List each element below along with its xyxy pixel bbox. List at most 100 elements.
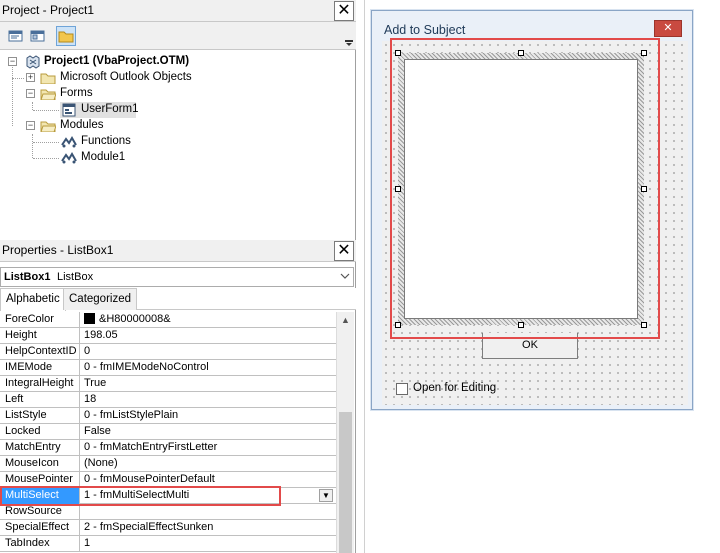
tree-item-functions[interactable]: Functions — [60, 134, 150, 150]
property-row[interactable]: Height 198.05 — [0, 328, 336, 344]
project-explorer-title: Project - Project1 — [2, 3, 95, 17]
property-row[interactable]: ForeColor &H80000008& — [0, 312, 336, 328]
property-value[interactable]: True — [81, 376, 336, 392]
tree-item-label: Project1 (VbaProject.OTM) — [44, 55, 190, 67]
userform-icon — [62, 103, 76, 117]
view-code-button[interactable] — [6, 26, 26, 46]
property-value[interactable]: False — [81, 424, 336, 440]
tree-item-forms[interactable]: − Forms — [26, 86, 146, 102]
userform-title: Add to Subject — [384, 23, 466, 37]
property-row[interactable]: RowSource — [0, 504, 336, 520]
chevron-down-icon[interactable] — [340, 270, 350, 285]
property-value[interactable] — [81, 504, 336, 520]
folder-icon — [58, 31, 74, 43]
properties-close-button[interactable]: ✕ — [334, 241, 354, 261]
property-name: Height — [0, 328, 80, 344]
property-row[interactable]: MatchEntry 0 - fmMatchEntryFirstLetter — [0, 440, 336, 456]
property-name: TabIndex — [0, 536, 80, 552]
project-explorer-close-button[interactable]: ✕ — [334, 1, 354, 21]
module-icon — [61, 152, 77, 164]
color-swatch-icon — [84, 313, 95, 324]
property-name: ForeColor — [0, 312, 80, 328]
tree-item-label: UserForm1 — [81, 103, 139, 115]
tree-item-userform1[interactable]: UserForm1 — [60, 102, 139, 118]
property-name: IntegralHeight — [0, 376, 80, 392]
property-name: SpecialEffect — [0, 520, 80, 536]
property-row[interactable]: Left 18 — [0, 392, 336, 408]
property-name: Left — [0, 392, 80, 408]
property-name: IMEMode — [0, 360, 80, 376]
property-value-text: &H80000008& — [99, 313, 171, 325]
property-name: HelpContextID — [0, 344, 80, 360]
property-value[interactable]: &H80000008& — [81, 312, 336, 328]
property-value[interactable]: 198.05 — [81, 328, 336, 344]
property-row[interactable]: IMEMode 0 - fmIMEModeNoControl — [0, 360, 336, 376]
property-row[interactable]: TabIndex 1 — [0, 536, 336, 552]
vba-project-icon — [26, 55, 40, 69]
property-name: RowSource — [0, 504, 80, 520]
properties-tabs: Alphabetic Categorized — [0, 288, 356, 311]
property-value[interactable]: 0 - fmIMEModeNoControl — [81, 360, 336, 376]
collapse-icon[interactable]: − — [8, 57, 17, 66]
form-designer-area: Add to Subject ✕ OK Open for Editing — [364, 0, 720, 553]
userform-close-button[interactable]: ✕ — [654, 20, 682, 37]
object-type: ListBox — [57, 271, 94, 283]
object-selector-dropdown[interactable]: ListBox1 ListBox — [0, 267, 354, 287]
open-for-editing-label: Open for Editing — [413, 382, 497, 394]
property-value[interactable]: 0 - fmListStylePlain — [81, 408, 336, 424]
collapse-icon[interactable]: − — [26, 89, 35, 98]
view-code-icon — [8, 30, 23, 42]
tree-item-label: Microsoft Outlook Objects — [60, 71, 192, 83]
tree-item-label: Module1 — [81, 151, 126, 163]
module-icon — [61, 136, 77, 148]
property-row[interactable]: SpecialEffect 2 - fmSpecialEffectSunken — [0, 520, 336, 536]
property-row[interactable]: Locked False — [0, 424, 336, 440]
open-for-editing-checkbox[interactable] — [396, 383, 408, 395]
folder-icon — [40, 73, 56, 84]
property-row[interactable]: ListStyle 0 - fmListStylePlain — [0, 408, 336, 424]
view-object-button[interactable] — [28, 26, 48, 46]
tree-item-label: Modules — [60, 119, 104, 131]
property-row[interactable]: MouseIcon (None) — [0, 456, 336, 472]
tab-alphabetic[interactable]: Alphabetic — [0, 288, 66, 311]
object-name: ListBox1 — [4, 271, 51, 283]
highlight-box-listbox — [390, 38, 660, 339]
property-row[interactable]: IntegralHeight True — [0, 376, 336, 392]
open-folder-icon — [40, 89, 56, 100]
dropdown-arrow-icon[interactable]: ▼ — [319, 489, 333, 502]
property-name: Locked — [0, 424, 80, 440]
property-value[interactable]: 2 - fmSpecialEffectSunken — [81, 520, 336, 536]
property-value[interactable]: 18 — [81, 392, 336, 408]
properties-titlebar: Properties - ListBox1 ✕ — [0, 240, 356, 262]
tree-item-modules[interactable]: − Modules — [26, 118, 146, 134]
properties-pane: Properties - ListBox1 ✕ ListBox1 ListBox… — [0, 240, 356, 553]
property-row[interactable]: HelpContextID 0 — [0, 344, 336, 360]
open-folder-icon — [40, 121, 56, 132]
scrollbar-thumb[interactable] — [339, 412, 352, 553]
properties-title: Properties - ListBox1 — [2, 243, 114, 257]
toggle-folders-button[interactable] — [56, 26, 76, 46]
project-explorer-titlebar: Project - Project1 ✕ — [0, 0, 356, 22]
property-name: ListStyle — [0, 408, 80, 424]
property-value[interactable]: 0 - fmMatchEntryFirstLetter — [81, 440, 336, 456]
collapse-icon[interactable]: − — [26, 121, 35, 130]
tree-item-outlook-objects[interactable]: + Microsoft Outlook Objects — [26, 70, 246, 86]
tree-item-label: Functions — [81, 135, 131, 147]
property-name: MatchEntry — [0, 440, 80, 456]
highlight-box-multiselect — [0, 486, 281, 506]
property-name: MouseIcon — [0, 456, 80, 472]
tree-item-project-root[interactable]: − Project1 (VbaProject.OTM) — [6, 54, 256, 70]
expand-icon[interactable]: + — [26, 73, 35, 82]
tab-categorized[interactable]: Categorized — [63, 288, 138, 310]
property-value[interactable]: 0 — [81, 344, 336, 360]
toolbar-overflow-icon[interactable] — [344, 26, 354, 48]
tree-item-module1[interactable]: Module1 — [60, 150, 150, 166]
properties-scrollbar[interactable]: ▲ — [336, 312, 354, 553]
view-object-icon — [30, 30, 45, 42]
property-value[interactable]: 1 — [81, 536, 336, 552]
project-explorer-toolbar — [0, 22, 356, 50]
project-explorer-pane: Project - Project1 ✕ − Project1 (VbaProj… — [0, 0, 356, 240]
scroll-up-icon[interactable]: ▲ — [337, 312, 354, 328]
property-value[interactable]: (None) — [81, 456, 336, 472]
tree-item-label: Forms — [60, 87, 93, 99]
